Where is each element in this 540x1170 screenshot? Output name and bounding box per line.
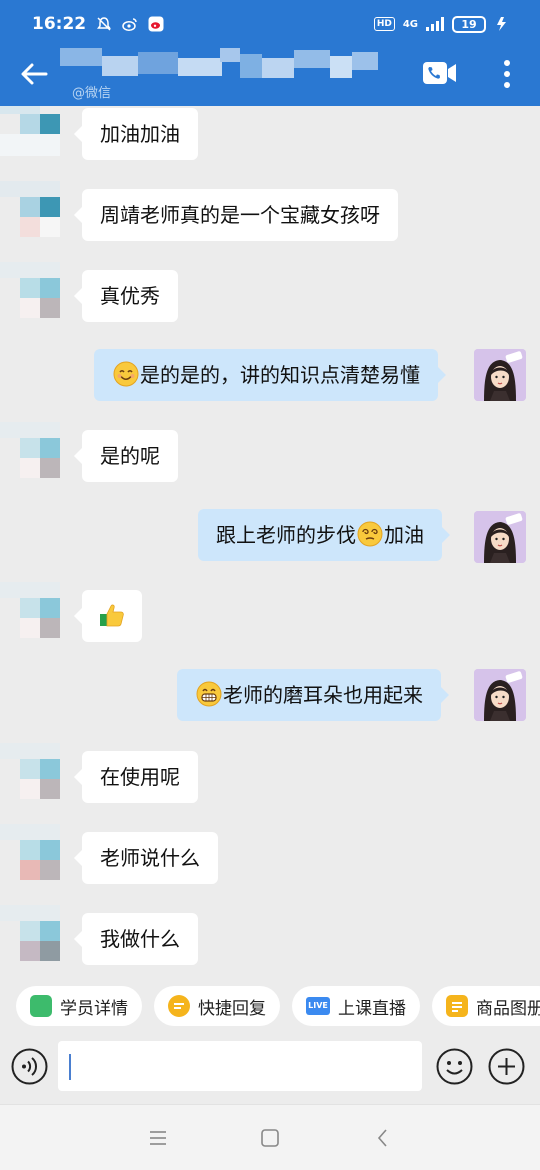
app-header: 16:22 HD 4G 19 @微信 (0, 0, 540, 106)
chip-label: 上课直播 (338, 998, 406, 1019)
avatar-blurred[interactable] (0, 905, 70, 974)
message-text: 老师的磨耳朵也用起来 (223, 683, 423, 707)
smiling-face-emoji-icon (113, 361, 139, 387)
message-bubble[interactable] (74, 590, 142, 642)
video-call-icon[interactable] (422, 60, 458, 86)
quick-reply-chip[interactable]: 快捷回复 (154, 986, 280, 1026)
student-info-chip[interactable]: 学员详情 (16, 986, 142, 1026)
hd-badge: HD (373, 17, 395, 31)
message-bubble[interactable]: 老师说什么 (74, 832, 218, 884)
text-cursor (69, 1054, 71, 1080)
avatar-blurred[interactable] (0, 106, 70, 180)
avatar-blurred[interactable] (0, 743, 70, 823)
emoji-picker-icon[interactable] (436, 1048, 473, 1085)
home-icon[interactable] (260, 1128, 280, 1148)
thumbs-up-emoji-icon (100, 604, 124, 627)
message-bubble[interactable]: 老师的磨耳朵也用起来 (177, 669, 449, 721)
avatar-blurred[interactable] (0, 262, 70, 342)
cartoon-avatar-icon (474, 349, 526, 401)
message-bubble[interactable]: 加油加油 (74, 108, 198, 160)
live-class-chip[interactable]: LIVE 上课直播 (292, 986, 420, 1026)
contact-source-label: @微信 (72, 86, 112, 101)
weibo-app-icon (148, 16, 164, 32)
avatar-blurred[interactable] (0, 422, 70, 502)
catalog-icon (446, 995, 468, 1017)
status-bar: 16:22 HD 4G 19 (0, 0, 540, 48)
battery-level: 19 (452, 15, 486, 33)
avatar-blurred[interactable] (0, 824, 70, 904)
cartoon-avatar-icon (474, 669, 526, 721)
more-options-plus-icon[interactable] (488, 1048, 525, 1085)
message-input-bar (0, 1038, 540, 1104)
back-arrow-icon[interactable] (18, 58, 50, 90)
self-avatar[interactable] (474, 349, 526, 401)
message-text: 是的是的，讲的知识点清楚易懂 (140, 363, 420, 387)
self-avatar[interactable] (474, 669, 526, 721)
message-bubble[interactable]: 周靖老师真的是一个宝藏女孩呀 (74, 189, 398, 241)
avatar-blurred[interactable] (0, 582, 70, 662)
system-navigation-bar (0, 1104, 540, 1170)
weibo-icon (122, 18, 137, 31)
voice-input-icon[interactable] (11, 1048, 48, 1085)
status-time: 16:22 (32, 14, 87, 34)
charging-icon (497, 17, 506, 31)
message-bubble[interactable]: 是的呢 (74, 430, 178, 482)
cartoon-avatar-icon (474, 511, 526, 563)
more-vertical-icon[interactable] (497, 58, 517, 90)
grinning-face-emoji-icon (196, 681, 222, 707)
recent-apps-icon[interactable] (148, 1129, 168, 1147)
chat-navbar: @微信 (0, 48, 540, 106)
system-back-icon[interactable] (374, 1127, 390, 1149)
mute-bell-icon (97, 17, 112, 31)
contact-name-blurred (60, 48, 380, 84)
network-type: 4G (402, 18, 418, 30)
dizzy-face-emoji-icon (357, 521, 383, 547)
message-bubble[interactable]: 在使用呢 (74, 751, 198, 803)
student-info-icon (30, 995, 52, 1017)
message-text: 跟上老师的步伐 (216, 523, 356, 547)
self-avatar[interactable] (474, 511, 526, 563)
quick-reply-icon (168, 995, 190, 1017)
chip-label: 快捷回复 (198, 998, 266, 1019)
chip-label: 学员详情 (60, 998, 128, 1019)
chip-label: 商品图册 (476, 998, 540, 1019)
message-bubble[interactable]: 是的是的，讲的知识点清楚易懂 (94, 349, 446, 401)
quick-action-bar: 学员详情 快捷回复 LIVE 上课直播 商品图册 (0, 974, 540, 1038)
avatar-blurred[interactable] (0, 181, 70, 261)
signal-icon (426, 17, 444, 31)
message-bubble[interactable]: 我做什么 (74, 913, 198, 965)
live-icon: LIVE (306, 997, 330, 1015)
chat-message-list[interactable]: 加油加油 周靖老师真的是一个宝藏女孩呀 真优秀 是的是的，讲的知识点清楚易懂 是… (0, 106, 540, 974)
message-text-input[interactable] (58, 1041, 422, 1091)
message-text: 加油 (384, 523, 424, 547)
message-bubble[interactable]: 真优秀 (74, 270, 178, 322)
product-catalog-chip[interactable]: 商品图册 (432, 986, 540, 1026)
message-bubble[interactable]: 跟上老师的步伐 加油 (198, 509, 450, 561)
